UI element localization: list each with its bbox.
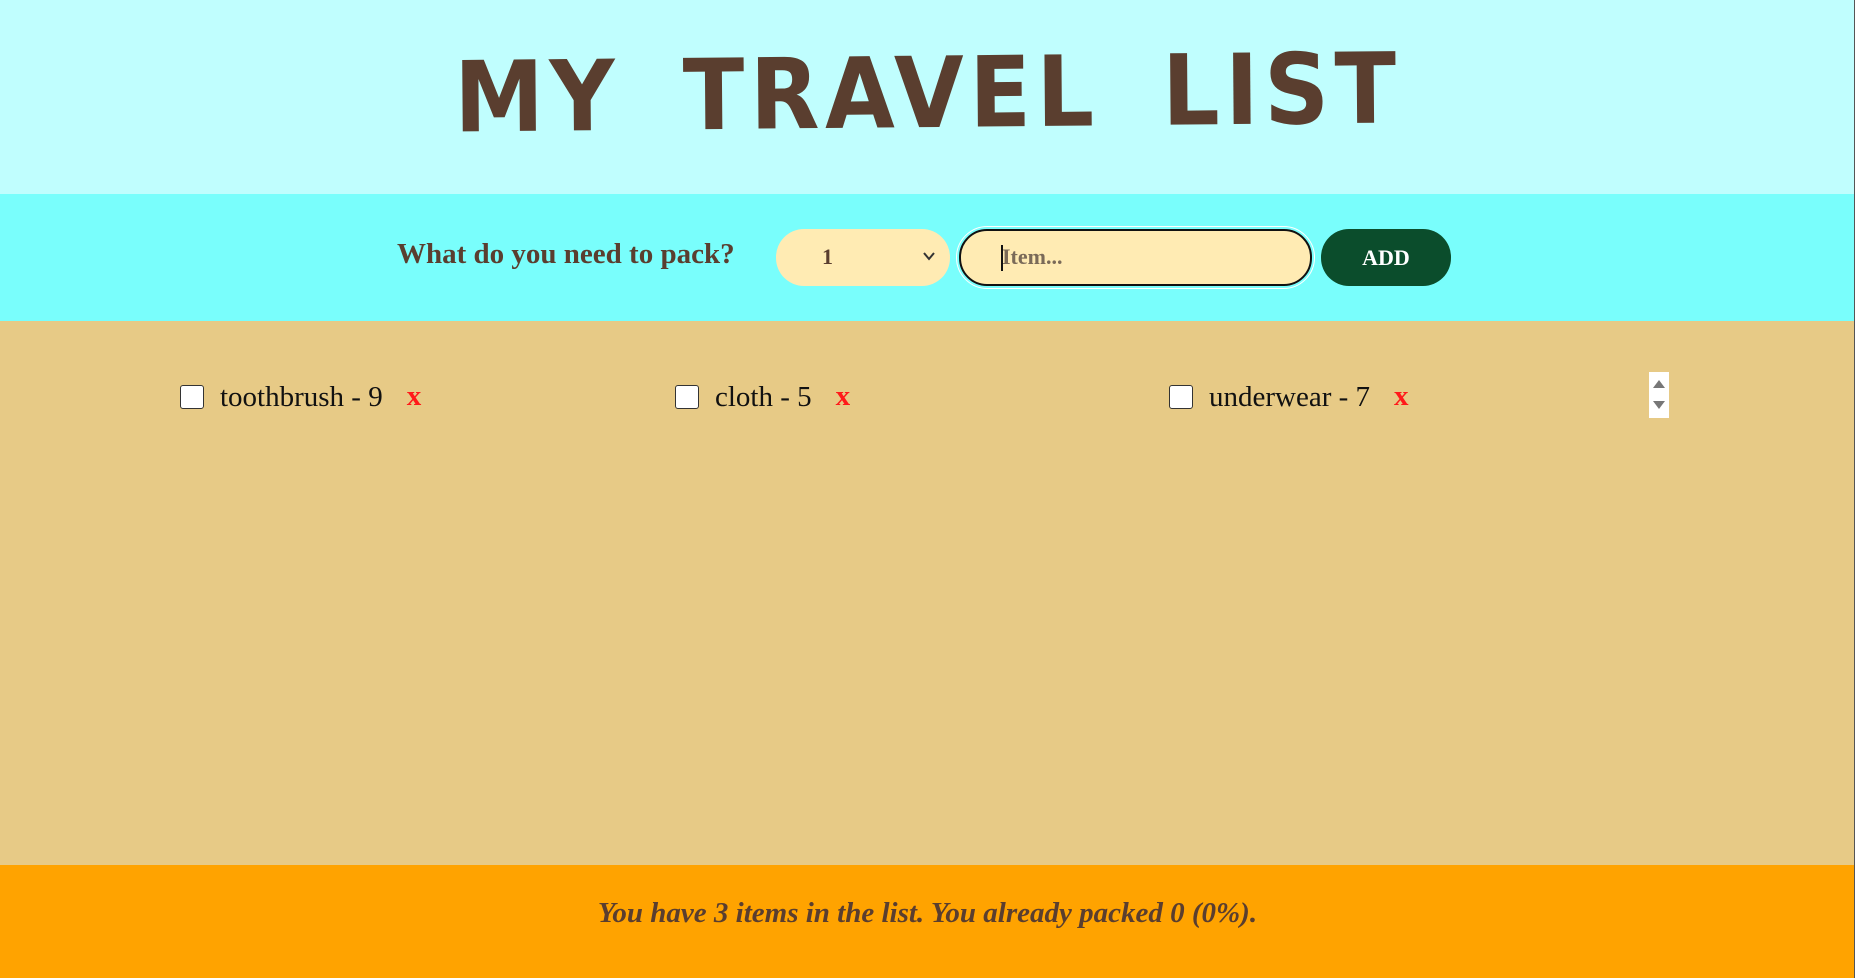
item-label: toothbrush - 9 [220, 380, 383, 413]
list-item: underwear - 7 x [1169, 379, 1409, 415]
quantity-selected-value: 1 [822, 244, 833, 269]
page-title: MY TRAVEL LIST [453, 32, 1402, 156]
item-label: cloth - 5 [715, 380, 812, 413]
item-input[interactable]: Item... [956, 226, 1315, 289]
stats-text: You have 3 items in the list. You alread… [597, 897, 1258, 929]
remove-item-button[interactable]: x [836, 381, 851, 411]
packing-list: toothbrush - 9 x cloth - 5 x underwear -… [0, 321, 1855, 865]
packed-checkbox[interactable] [180, 385, 204, 409]
stats-footer: You have 3 items in the list. You alread… [0, 865, 1855, 978]
add-item-form: What do you need to pack? 1 Item... ADD [0, 194, 1855, 321]
list-item: cloth - 5 x [675, 379, 850, 415]
quantity-select[interactable]: 1 [776, 229, 950, 286]
add-button[interactable]: ADD [1321, 229, 1451, 286]
app-header: MY TRAVEL LIST [0, 0, 1855, 194]
item-label: underwear - 7 [1209, 380, 1371, 413]
scroll-down-icon[interactable] [1653, 401, 1665, 409]
item-input-placeholder: Item... [1002, 244, 1063, 269]
scroll-spinner[interactable] [1649, 372, 1669, 418]
packed-checkbox[interactable] [1169, 385, 1193, 409]
list-item: toothbrush - 9 x [180, 379, 421, 415]
chevron-down-icon [923, 252, 935, 261]
scroll-up-icon[interactable] [1653, 380, 1665, 388]
form-prompt: What do you need to pack? [397, 238, 735, 270]
packed-checkbox[interactable] [675, 385, 699, 409]
text-caret [1001, 245, 1003, 271]
remove-item-button[interactable]: x [1394, 381, 1409, 411]
remove-item-button[interactable]: x [407, 381, 422, 411]
